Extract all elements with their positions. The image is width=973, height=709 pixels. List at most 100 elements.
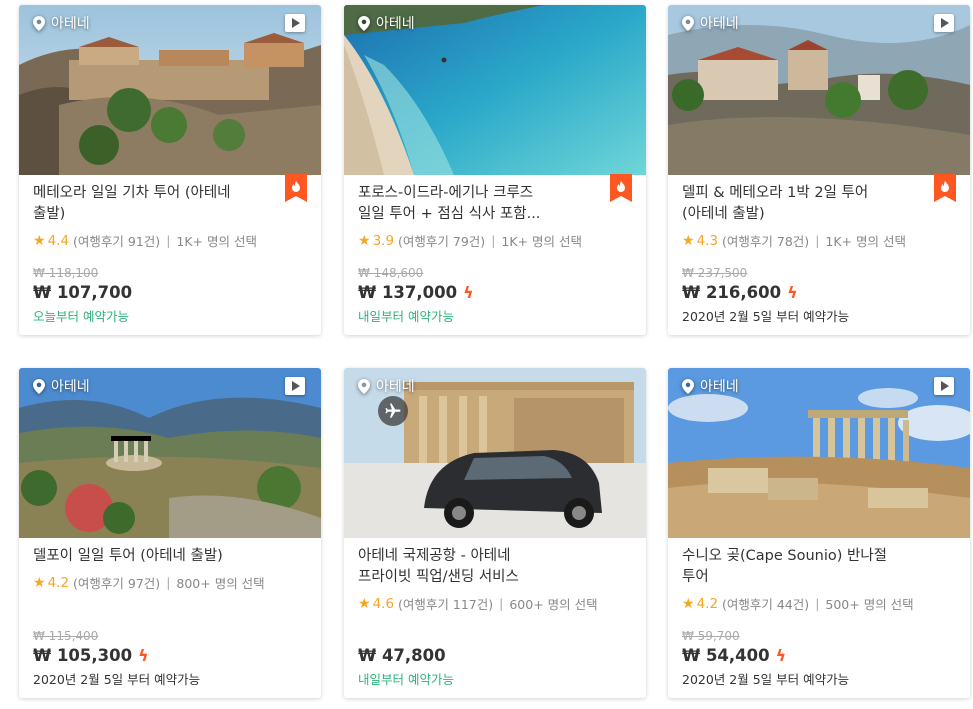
location-tag: 아테네: [33, 13, 90, 33]
price-row: ₩ 137,000 ϟ: [358, 283, 474, 302]
booking-count: 500+ 명의 선택: [825, 597, 914, 612]
tour-title-line[interactable]: 투어: [682, 567, 930, 588]
rating-score: 4.6: [372, 595, 395, 612]
tour-card-cape-sounio[interactable]: 아테네 수니오 곶(Cape Sounio) 반나절 투어 ★ 4.2 (여행후…: [668, 368, 970, 698]
tour-title[interactable]: 델포이 일일 투어 (아테네 출발): [33, 546, 281, 567]
video-play-icon[interactable]: [285, 377, 305, 395]
divider: |: [491, 233, 496, 248]
current-price: ₩ 137,000: [358, 283, 458, 302]
star-icon: ★: [682, 595, 695, 612]
hot-badge-icon: [934, 174, 956, 202]
tour-card-airport-transfer[interactable]: 아테네 아테네 국제공항 - 아테네 프라이빗 픽업/샌딩 서비스 ★ 4.6 …: [344, 368, 646, 698]
tour-thumbnail[interactable]: 아테네: [668, 5, 970, 175]
tour-title-line[interactable]: 델피 & 메테오라 1박 2일 투어: [682, 183, 930, 204]
price-row: ₩ 105,300 ϟ: [33, 646, 200, 665]
divider: |: [166, 575, 171, 590]
tour-title-line[interactable]: 일일 투어 + 점심 식사 포함...: [358, 204, 606, 225]
location-tag: 아테네: [682, 376, 739, 396]
video-play-icon[interactable]: [934, 377, 954, 395]
availability-text: 2020년 2월 5일 부터 예약가능: [682, 672, 850, 687]
tour-title-line[interactable]: 메테오라 일일 기차 투어 (아테네: [33, 183, 281, 204]
video-play-icon[interactable]: [934, 14, 954, 32]
tour-title-line[interactable]: 프라이빗 픽업/샌딩 서비스: [358, 567, 606, 588]
tour-title[interactable]: 포로스-이드라-에기나 크루즈 일일 투어 + 점심 식사 포함...: [358, 183, 606, 225]
tour-title[interactable]: 델피 & 메테오라 1박 2일 투어 (아테네 출발): [682, 183, 930, 225]
rating-row: ★ 4.6 (여행후기 117건) | 600+ 명의 선택: [358, 594, 606, 613]
location-label: 아테네: [376, 16, 415, 32]
tour-title-line[interactable]: 델포이 일일 투어 (아테네 출발): [33, 546, 281, 567]
rating-row: ★ 4.2 (여행후기 97건) | 800+ 명의 선택: [33, 573, 281, 592]
availability-text: 2020년 2월 5일 부터 예약가능: [33, 672, 201, 687]
divider: |: [166, 233, 171, 248]
divider: |: [499, 596, 504, 611]
original-price: ₩ 237,500: [682, 266, 748, 280]
tour-card-meteora-train[interactable]: 아테네 메테오라 일일 기차 투어 (아테네 출발) ★ 4.4 (여행후기 9…: [19, 5, 321, 335]
availability-text: 내일부터 예약가능: [358, 672, 454, 687]
price-row: ₩ 54,400 ϟ: [682, 646, 849, 665]
star-icon: ★: [682, 232, 695, 249]
tour-thumbnail[interactable]: 아테네: [19, 5, 321, 175]
booking-count: 1K+ 명의 선택: [501, 234, 582, 249]
location-pin-icon: [682, 15, 694, 31]
rating-row: ★ 4.2 (여행후기 44건) | 500+ 명의 선택: [682, 594, 930, 613]
current-price: ₩ 105,300: [33, 646, 133, 665]
location-tag: 아테네: [682, 13, 739, 33]
review-count: (여행후기 78건): [722, 234, 810, 249]
location-pin-icon: [358, 15, 370, 31]
location-label: 아테네: [376, 379, 415, 395]
booking-count: 800+ 명의 선택: [176, 576, 265, 591]
location-tag: 아테네: [358, 376, 415, 396]
tour-card-delphi-meteora[interactable]: 아테네 델피 & 메테오라 1박 2일 투어 (아테네 출발) ★ 4.3 (여…: [668, 5, 970, 335]
tour-card-saronic-cruise[interactable]: 아테네 포로스-이드라-에기나 크루즈 일일 투어 + 점심 식사 포함... …: [344, 5, 646, 335]
tour-title-line[interactable]: 포로스-이드라-에기나 크루즈: [358, 183, 606, 204]
location-pin-icon: [33, 15, 45, 31]
location-tag: 아테네: [33, 376, 90, 396]
location-pin-icon: [358, 378, 370, 394]
availability-text: 2020년 2월 5일 부터 예약가능: [682, 309, 850, 324]
review-count: (여행후기 79건): [398, 234, 486, 249]
star-icon: ★: [33, 232, 46, 249]
tour-thumbnail[interactable]: 아테네: [668, 368, 970, 538]
rating-row: ★ 3.9 (여행후기 79건) | 1K+ 명의 선택: [358, 231, 606, 250]
tour-thumbnail[interactable]: 아테네: [344, 368, 646, 538]
rating-score: 3.9: [372, 232, 395, 249]
hot-badge-icon: [285, 174, 307, 202]
original-price: ₩ 148,600: [358, 266, 424, 280]
star-icon: ★: [358, 595, 371, 612]
rating-row: ★ 4.4 (여행후기 91건) | 1K+ 명의 선택: [33, 231, 281, 250]
current-price: ₩ 47,800: [358, 646, 446, 665]
divider: |: [815, 596, 820, 611]
instant-confirm-icon: ϟ: [775, 646, 787, 665]
video-play-icon[interactable]: [285, 14, 305, 32]
review-count: (여행후기 91건): [73, 234, 161, 249]
booking-count: 1K+ 명의 선택: [825, 234, 906, 249]
original-price: ₩ 59,700: [682, 629, 740, 643]
tour-thumbnail[interactable]: 아테네: [19, 368, 321, 538]
booking-count: 600+ 명의 선택: [509, 597, 598, 612]
tour-thumbnail[interactable]: 아테네: [344, 5, 646, 175]
review-count: (여행후기 97건): [73, 576, 161, 591]
booking-count: 1K+ 명의 선택: [176, 234, 257, 249]
tour-title[interactable]: 수니오 곶(Cape Sounio) 반나절 투어: [682, 546, 930, 588]
hot-badge-icon: [610, 174, 632, 202]
current-price: ₩ 216,600: [682, 283, 782, 302]
tour-title-line[interactable]: (아테네 출발): [682, 204, 930, 225]
location-label: 아테네: [51, 16, 90, 32]
location-tag: 아테네: [358, 13, 415, 33]
price-row: ₩ 47,800: [358, 646, 454, 665]
price-row: ₩ 107,700: [33, 283, 132, 302]
airplane-icon: [378, 396, 408, 426]
tour-card-delphi-day[interactable]: 아테네 델포이 일일 투어 (아테네 출발) ★ 4.2 (여행후기 97건) …: [19, 368, 321, 698]
location-pin-icon: [33, 378, 45, 394]
tour-title-line[interactable]: 수니오 곶(Cape Sounio) 반나절: [682, 546, 930, 567]
tour-title[interactable]: 아테네 국제공항 - 아테네 프라이빗 픽업/샌딩 서비스: [358, 546, 606, 588]
rating-score: 4.2: [47, 574, 70, 591]
tour-title-line[interactable]: 아테네 국제공항 - 아테네: [358, 546, 606, 567]
review-count: (여행후기 44건): [722, 597, 810, 612]
availability-text: 내일부터 예약가능: [358, 309, 454, 324]
location-label: 아테네: [700, 379, 739, 395]
tour-title[interactable]: 메테오라 일일 기차 투어 (아테네 출발): [33, 183, 281, 225]
rating-score: 4.3: [696, 232, 719, 249]
original-price: ₩ 115,400: [33, 629, 99, 643]
tour-title-line[interactable]: 출발): [33, 204, 281, 225]
